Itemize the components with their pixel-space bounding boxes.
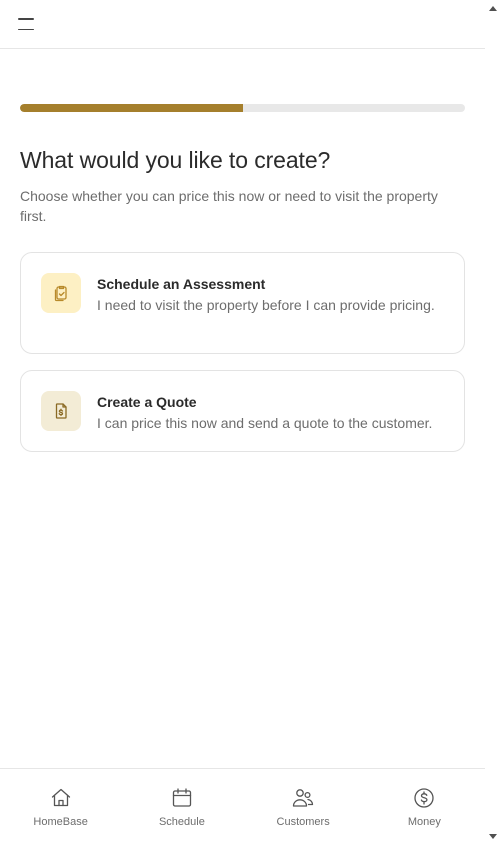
page-subtitle: Choose whether you can price this now or… [20,188,438,224]
option-description: I need to visit the property before I ca… [97,297,435,313]
option-title: Schedule an Assessment [97,276,266,292]
page-title: What would you like to create? [20,147,331,173]
app-root: What would you like to create? Choose wh… [0,0,485,845]
nav-label: Schedule [158,816,205,828]
users-icon [292,789,314,807]
nav-homebase[interactable]: HomeBase [3,786,118,828]
create-quote-option[interactable]: Create a Quote I can price this now and … [20,370,465,452]
scroll-up-arrow-icon[interactable] [489,6,497,11]
dollar-circle-icon [414,788,435,808]
schedule-assessment-option[interactable]: Schedule an Assessment I need to visit t… [20,252,465,354]
progress-bar [20,104,465,112]
calendar-icon [172,788,192,807]
hamburger-menu-icon[interactable] [18,18,34,30]
nav-label: Customers [276,816,330,828]
nav-label: Money [407,816,441,828]
scroll-down-arrow-icon[interactable] [489,834,497,839]
bottom-navigation: HomeBase Schedule Customers Money [0,768,485,845]
progress-fill [20,104,243,112]
main-content: What would you like to create? Choose wh… [0,49,485,452]
nav-money[interactable]: Money [367,786,482,828]
scrollbar[interactable] [485,0,500,845]
top-bar [0,0,485,49]
option-text: Create a Quote I can price this now and … [97,391,442,433]
option-text: Schedule an Assessment I need to visit t… [97,273,442,315]
option-description: I can price this now and send a quote to… [97,415,433,431]
clipboard-check-icon [41,273,81,313]
option-title: Create a Quote [97,394,197,410]
nav-customers[interactable]: Customers [246,786,361,828]
home-icon [51,788,70,807]
nav-schedule[interactable]: Schedule [124,786,239,828]
dollar-document-icon [41,391,81,431]
nav-label: HomeBase [33,816,88,828]
